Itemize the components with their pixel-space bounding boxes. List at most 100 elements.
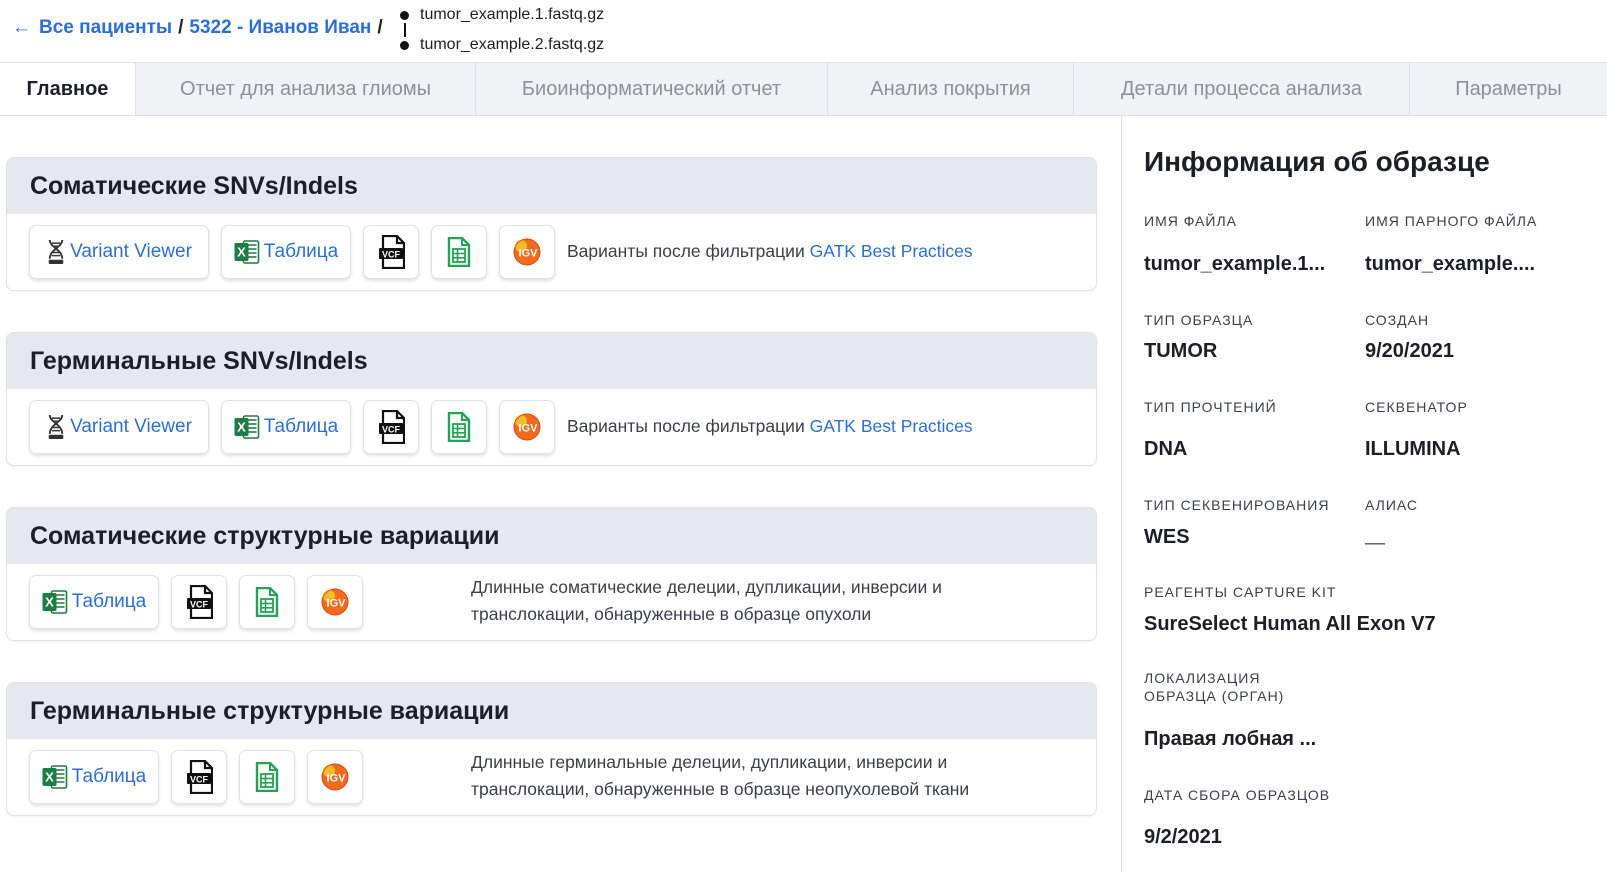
section-description: Длинные соматические делеции, дупликации… (471, 574, 942, 628)
file-name-value: tumor_example.1... (1144, 253, 1326, 275)
created-value: 9/20/2021 (1365, 340, 1454, 362)
localization-value: Правая лобная ... (1144, 728, 1317, 750)
capture-kit-label: Реагенты Capture Kit (1144, 584, 1337, 600)
sheets-button[interactable] (431, 400, 487, 454)
section-description: Варианты после фильтрации GATK Best Prac… (567, 238, 973, 265)
dna-icon (47, 239, 65, 265)
sheets-button[interactable] (239, 575, 295, 629)
vcf-file-icon (185, 760, 213, 794)
patient-link[interactable]: 5322 - Иванов Иван (189, 17, 371, 38)
igv-icon (513, 413, 541, 441)
vcf-download-button[interactable] (171, 750, 227, 804)
pair-file-label: Имя парного файла (1365, 213, 1538, 229)
vcf-download-button[interactable] (363, 400, 419, 454)
back-arrow-icon[interactable]: ← (12, 17, 31, 38)
description-line: Длинные герминальные делеции, дупликации… (471, 752, 948, 772)
table-button[interactable]: Таблица (221, 400, 351, 454)
fastq-file-list: tumor_example.1.fastq.gz tumor_example.2… (398, 2, 604, 62)
spreadsheet-icon (447, 237, 471, 267)
sequencer-label: Секвенатор (1365, 399, 1468, 415)
alias-label: Алиас (1365, 497, 1419, 513)
file-name-label: Имя файла (1144, 213, 1237, 229)
section-description: Варианты после фильтрации GATK Best Prac… (567, 413, 973, 440)
gatk-best-practices-link[interactable]: GATK Best Practices (810, 416, 973, 436)
card-title: Соматические структурные вариации (7, 508, 1096, 564)
seq-type-label: Тип секвенирования (1144, 497, 1330, 513)
somatic-sv-card: Соматические структурные вариации Таблиц… (6, 507, 1097, 641)
tab-glioma-report[interactable]: Отчет для анализа глиомы (136, 63, 476, 115)
collection-date-value: 9/2/2021 (1144, 826, 1222, 848)
button-label: Таблица (263, 416, 339, 437)
sequencer-value: ILLUMINA (1365, 438, 1461, 460)
sheets-button[interactable] (431, 225, 487, 279)
section-description: Длинные герминальные делеции, дупликации… (471, 749, 969, 803)
description-text: Варианты после фильтрации (567, 416, 805, 436)
variant-viewer-button[interactable]: Variant Viewer (29, 225, 209, 279)
created-label: Создан (1365, 312, 1430, 328)
breadcrumb-separator: / (377, 17, 383, 38)
excel-icon (41, 590, 68, 614)
breadcrumb: ← Все пациенты/5322 - Иванов Иван / (12, 17, 389, 39)
localization-label: Локализация образца (орган) (1144, 669, 1284, 705)
igv-icon (321, 588, 349, 616)
button-label: Таблица (71, 766, 147, 787)
file-item: tumor_example.2.fastq.gz (398, 32, 604, 62)
spreadsheet-icon (255, 762, 279, 792)
spreadsheet-icon (447, 412, 471, 442)
table-button[interactable]: Таблица (29, 750, 159, 804)
button-label: Variant Viewer (70, 416, 192, 437)
gatk-best-practices-link[interactable]: GATK Best Practices (810, 241, 973, 261)
breadcrumb-separator: / (178, 17, 184, 38)
button-label: Таблица (71, 591, 147, 612)
tab-bioinformatics-report[interactable]: Биоинформатический отчет (476, 63, 828, 115)
file-name: tumor_example.1.fastq.gz (420, 6, 605, 23)
button-label: Variant Viewer (70, 241, 192, 262)
vcf-file-icon (377, 235, 405, 269)
vcf-file-icon (185, 585, 213, 619)
description-text: Варианты после фильтрации (567, 241, 805, 261)
sample-info-title: Информация об образце (1144, 146, 1490, 177)
tab-process-details[interactable]: Детали процесса анализа (1074, 63, 1410, 115)
card-title: Соматические SNVs/Indels (7, 158, 1096, 214)
bullet-icon (400, 11, 409, 20)
all-patients-link[interactable]: Все пациенты (39, 17, 172, 38)
igv-icon (321, 763, 349, 791)
germline-sv-card: Герминальные структурные вариации Таблиц… (6, 682, 1097, 816)
card-title: Герминальные структурные вариации (7, 683, 1096, 739)
table-button[interactable]: Таблица (29, 575, 159, 629)
excel-icon (41, 765, 68, 789)
button-label: Таблица (263, 241, 339, 262)
table-button[interactable]: Таблица (221, 225, 351, 279)
description-line: Длинные соматические делеции, дупликации… (471, 577, 942, 597)
somatic-snv-card: Соматические SNVs/Indels Variant Viewer … (6, 157, 1097, 291)
file-name: tumor_example.2.fastq.gz (420, 36, 605, 53)
read-type-value: DNA (1144, 438, 1188, 460)
top-bar: ← Все пациенты/5322 - Иванов Иван / tumor_… (0, 0, 1607, 62)
igv-button[interactable] (307, 750, 363, 804)
tab-main[interactable]: Главное (0, 63, 136, 115)
sample-info-panel: Информация об образце Имя файла Имя парн… (1121, 116, 1607, 872)
tab-coverage-analysis[interactable]: Анализ покрытия (828, 63, 1074, 115)
read-type-label: Тип прочтений (1144, 399, 1277, 415)
sheets-button[interactable] (239, 750, 295, 804)
seq-type-value: WES (1144, 526, 1190, 548)
vcf-download-button[interactable] (171, 575, 227, 629)
alias-value: — (1365, 532, 1385, 554)
tab-bar: Главное Отчет для анализа глиомы Биоинфо… (0, 62, 1607, 116)
germline-snv-card: Герминальные SNVs/Indels Variant Viewer … (6, 332, 1097, 466)
spreadsheet-icon (255, 587, 279, 617)
localization-label-line: Локализация (1144, 670, 1261, 686)
description-line: транслокации, обнаруженные в образце опу… (471, 604, 872, 624)
description-line: транслокации, обнаруженные в образце нео… (471, 779, 970, 799)
sample-type-label: Тип образца (1144, 312, 1254, 328)
collection-date-label: Дата сбора образцов (1144, 787, 1331, 803)
igv-button[interactable] (499, 400, 555, 454)
tab-parameters[interactable]: Параметры (1410, 63, 1607, 115)
capture-kit-value: SureSelect Human All Exon V7 (1144, 613, 1436, 635)
igv-button[interactable] (499, 225, 555, 279)
excel-icon (233, 240, 260, 264)
igv-button[interactable] (307, 575, 363, 629)
localization-label-line: образца (орган) (1144, 688, 1285, 704)
vcf-download-button[interactable] (363, 225, 419, 279)
variant-viewer-button[interactable]: Variant Viewer (29, 400, 209, 454)
